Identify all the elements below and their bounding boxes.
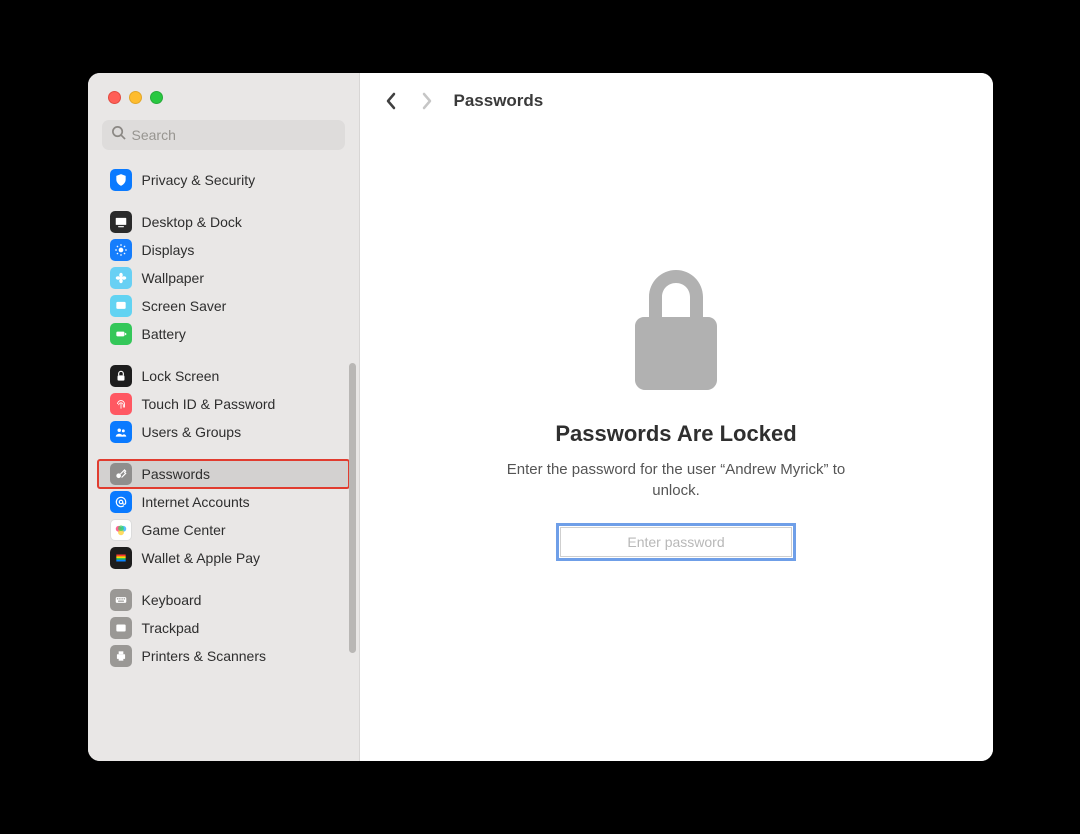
back-button[interactable] (382, 92, 400, 110)
zoom-window-button[interactable] (150, 91, 163, 104)
sidebar-item-internet-accounts[interactable]: Internet Accounts (102, 488, 345, 516)
fingerprint-icon (110, 393, 132, 415)
sidebar-item-printers-scanners[interactable]: Printers & Scanners (102, 642, 345, 670)
sidebar-item-passwords[interactable]: Passwords (98, 460, 349, 488)
game-center-icon (110, 519, 132, 541)
sidebar-item-privacy-security[interactable]: Privacy & Security (102, 166, 345, 194)
sidebar-item-label: Passwords (142, 466, 210, 482)
sidebar-item-label: Screen Saver (142, 298, 227, 314)
keyboard-icon (110, 589, 132, 611)
sun-icon (110, 239, 132, 261)
sidebar-item-label: Desktop & Dock (142, 214, 242, 230)
sidebar-item-label: Battery (142, 326, 186, 342)
minimize-window-button[interactable] (129, 91, 142, 104)
trackpad-icon (110, 617, 132, 639)
sidebar-item-label: Keyboard (142, 592, 202, 608)
sidebar-item-label: Internet Accounts (142, 494, 250, 510)
sidebar-item-label: Touch ID & Password (142, 396, 276, 412)
sidebar-item-users-groups[interactable]: Users & Groups (102, 418, 345, 446)
users-icon (110, 421, 132, 443)
dock-icon (110, 211, 132, 233)
sidebar-item-keyboard[interactable]: Keyboard (102, 586, 345, 614)
sidebar-item-screen-saver[interactable]: Screen Saver (102, 292, 345, 320)
sidebar-item-wallet-apple-pay[interactable]: Wallet & Apple Pay (102, 544, 345, 572)
sidebar-item-label: Wallpaper (142, 270, 205, 286)
sidebar-item-wallpaper[interactable]: Wallpaper (102, 264, 345, 292)
locked-panel: Passwords Are Locked Enter the password … (360, 125, 993, 761)
search-field[interactable] (102, 120, 345, 150)
sidebar-item-label: Displays (142, 242, 195, 258)
close-window-button[interactable] (108, 91, 121, 104)
sidebar-item-label: Trackpad (142, 620, 200, 636)
sidebar-scrollbar[interactable] (349, 363, 356, 653)
hand-icon (110, 169, 132, 191)
sidebar-list[interactable]: Privacy & Security Desktop & Dock Displa… (88, 158, 359, 761)
printer-icon (110, 645, 132, 667)
forward-button[interactable] (418, 92, 436, 110)
search-input[interactable] (132, 127, 336, 143)
sidebar-item-label: Privacy & Security (142, 172, 256, 188)
main-panel: Passwords Passwords Are Locked Enter the… (360, 73, 993, 761)
page-title: Passwords (454, 91, 544, 111)
sidebar-item-game-center[interactable]: Game Center (102, 516, 345, 544)
content-header: Passwords (360, 73, 993, 125)
sidebar-item-label: Users & Groups (142, 424, 242, 440)
lock-icon (110, 365, 132, 387)
sidebar-item-displays[interactable]: Displays (102, 236, 345, 264)
locked-message: Enter the password for the user “Andrew … (506, 459, 846, 501)
sidebar-item-label: Wallet & Apple Pay (142, 550, 261, 566)
sidebar: Privacy & Security Desktop & Dock Displa… (88, 73, 360, 761)
locked-title: Passwords Are Locked (555, 421, 796, 447)
wallet-icon (110, 547, 132, 569)
window-controls (88, 73, 359, 104)
flower-icon (110, 267, 132, 289)
at-icon (110, 491, 132, 513)
battery-icon (110, 323, 132, 345)
password-input[interactable] (560, 527, 792, 557)
sidebar-item-label: Game Center (142, 522, 226, 538)
sidebar-item-label: Printers & Scanners (142, 648, 267, 664)
screensaver-icon (110, 295, 132, 317)
sidebar-item-label: Lock Screen (142, 368, 220, 384)
search-icon (111, 125, 126, 145)
sidebar-item-touch-id[interactable]: Touch ID & Password (102, 390, 345, 418)
sidebar-item-trackpad[interactable]: Trackpad (102, 614, 345, 642)
sidebar-item-desktop-dock[interactable]: Desktop & Dock (102, 208, 345, 236)
lock-large-icon (628, 270, 724, 395)
sidebar-item-lock-screen[interactable]: Lock Screen (102, 362, 345, 390)
settings-window: Privacy & Security Desktop & Dock Displa… (88, 73, 993, 761)
sidebar-item-battery[interactable]: Battery (102, 320, 345, 348)
key-icon (110, 463, 132, 485)
